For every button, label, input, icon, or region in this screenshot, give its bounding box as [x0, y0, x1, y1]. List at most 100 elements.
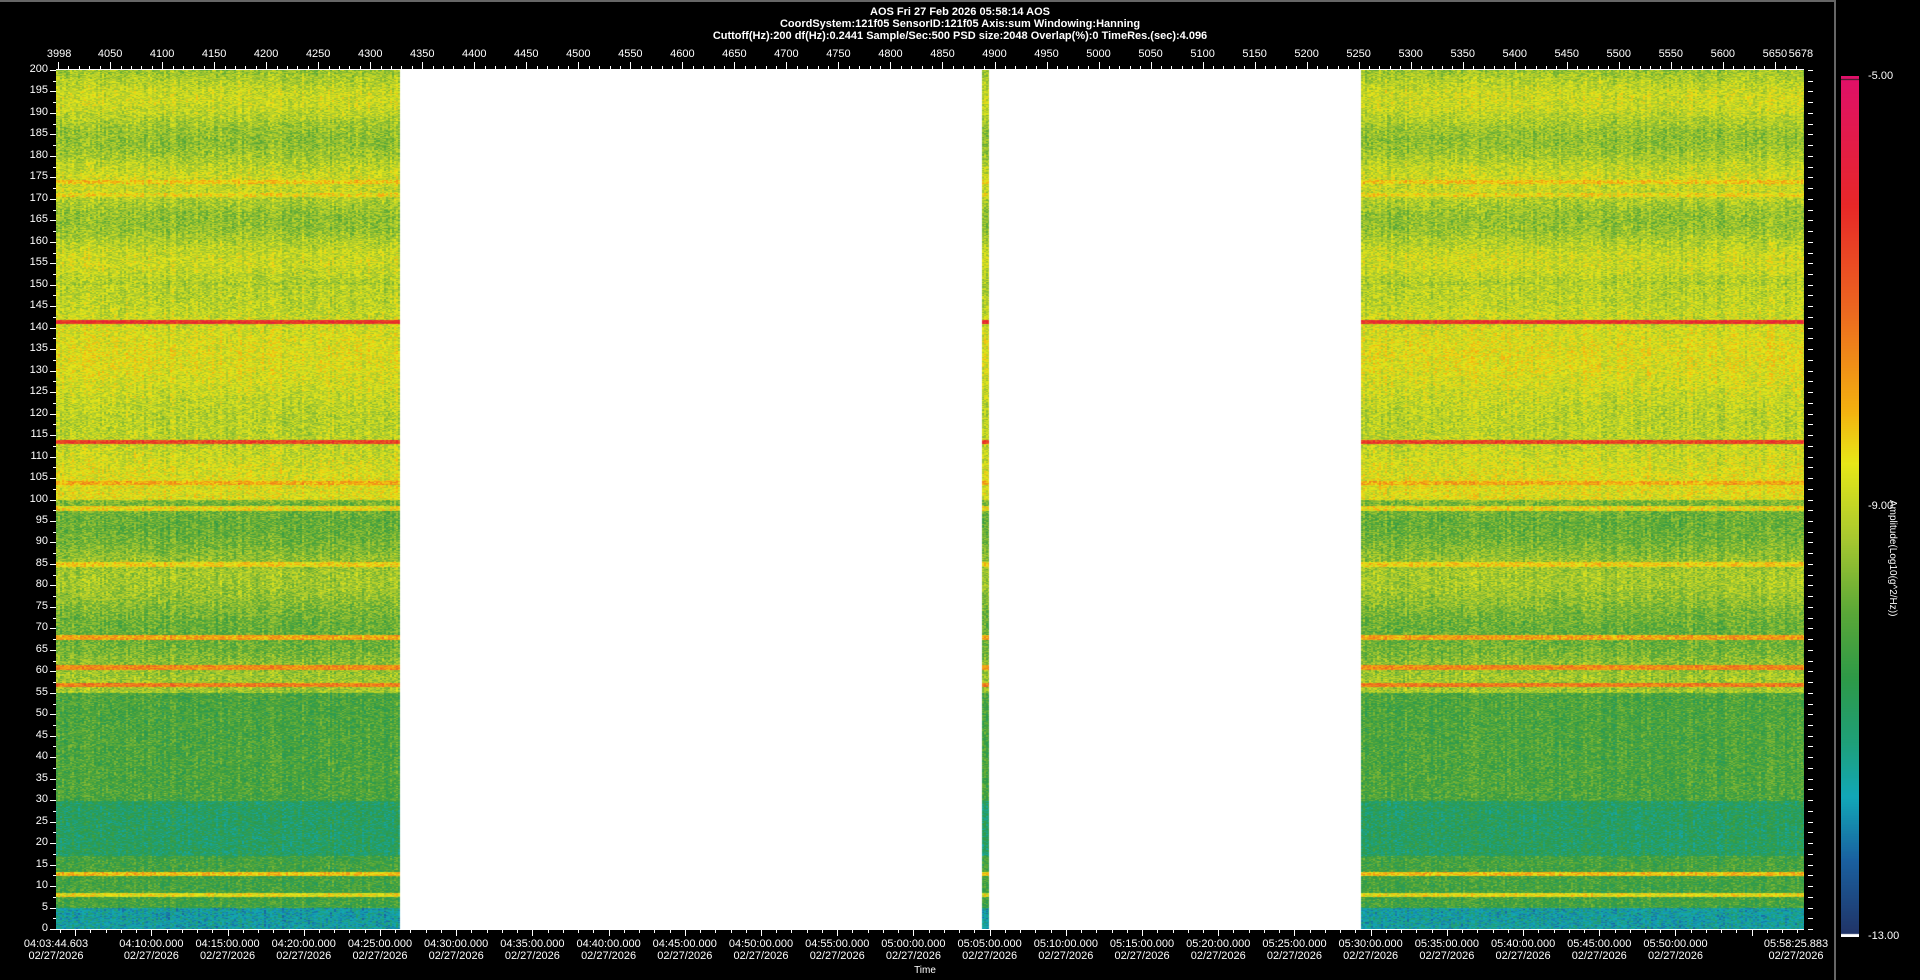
right-axis-tick [1808, 231, 1813, 233]
top-axis-tick [1514, 62, 1516, 70]
top-axis-label: 4750 [826, 48, 851, 60]
top-axis-label: 4800 [878, 48, 903, 60]
bottom-axis-tick [166, 929, 168, 933]
right-axis-tick [1808, 767, 1813, 769]
bottom-axis-tick [456, 929, 458, 936]
y-axis-label: 30 [35, 793, 48, 806]
right-axis-tick [1808, 531, 1813, 533]
bottom-axis-tick [1126, 929, 1128, 933]
top-axis-tick [1670, 62, 1672, 70]
right-axis-tick [1808, 70, 1813, 71]
bottom-axis-tick [197, 929, 199, 933]
bottom-axis-tick [273, 929, 275, 933]
bottom-axis-tick [1324, 929, 1326, 933]
time-label: 04:03:44.603 [23, 938, 89, 950]
right-axis-tick [1808, 864, 1813, 866]
y-axis-label: 70 [35, 621, 48, 634]
right-axis-tick [1808, 177, 1813, 179]
top-axis-tick [266, 62, 268, 70]
bottom-axis-label: 05:50:00.000 02/27/2026 [1630, 938, 1720, 962]
top-axis-tick [474, 62, 476, 70]
top-axis-label: 5050 [1138, 48, 1163, 60]
right-axis-tick [1808, 381, 1813, 383]
spectrogram-plot[interactable] [56, 70, 1804, 929]
bottom-axis-tick [517, 929, 519, 933]
top-axis-tick [1774, 62, 1776, 70]
bottom-axis-tick [928, 929, 930, 933]
bottom-axis-tick [1263, 929, 1265, 933]
bottom-axis-tick [303, 929, 305, 936]
bottom-axis-tick [1294, 929, 1296, 936]
y-axis-label: 185 [29, 127, 48, 140]
right-axis-tick [1808, 789, 1813, 791]
bottom-axis-tick [1416, 929, 1418, 933]
bottom-axis-tick [258, 929, 260, 933]
right-axis-tick [1808, 349, 1813, 351]
y-axis-label: 170 [29, 191, 48, 204]
right-axis-tick [1808, 585, 1813, 587]
top-axis-tick [110, 62, 112, 70]
bottom-axis-tick [410, 929, 412, 933]
bottom-axis-end-label: 05:58:25.883 02/27/2026 [1751, 938, 1841, 962]
top-axis-label: 4400 [462, 48, 487, 60]
y-axis-label: 35 [35, 771, 48, 784]
bottom-axis-tick [761, 929, 762, 936]
right-axis-tick [1808, 488, 1813, 490]
bottom-axis-tick [425, 929, 427, 933]
bottom-axis-tick [227, 929, 229, 936]
top-axis-tick [1618, 62, 1620, 70]
bottom-axis-tick [806, 929, 808, 933]
bottom-axis-tick [59, 929, 61, 933]
y-axis-label: 55 [35, 685, 48, 698]
bottom-axis-tick [1568, 929, 1570, 933]
top-axis-tick [1358, 62, 1360, 70]
bottom-axis-tick [532, 929, 534, 936]
right-axis-tick [1808, 757, 1813, 759]
right-axis-tick [1808, 402, 1813, 404]
bottom-axis-tick [1614, 929, 1616, 933]
right-axis-tick [1808, 724, 1813, 726]
right-axis-tick [1808, 682, 1813, 684]
right-axis-tick [1808, 123, 1813, 125]
top-axis-label: 5450 [1554, 48, 1579, 60]
top-axis-label: 5400 [1502, 48, 1527, 60]
bottom-axis-tick [1157, 929, 1159, 933]
right-axis-tick [1808, 649, 1813, 651]
top-axis-tick [58, 62, 60, 70]
header-info-2: Cuttoff(Hz):200 df(Hz):0.2441 Sample/Sec… [712, 30, 1208, 42]
top-axis-label: 4500 [566, 48, 591, 60]
top-axis-label: 4450 [514, 48, 539, 60]
right-axis-tick [1808, 639, 1813, 641]
y-axis-label: 165 [29, 213, 48, 226]
bottom-axis-tick [684, 929, 686, 936]
header-info-1: CoordSystem:121f05 SensorID:121f05 Axis:… [779, 18, 1141, 30]
right-axis-tick [1808, 306, 1813, 308]
bottom-axis-tick [654, 929, 656, 933]
bottom-axis-tick [776, 929, 778, 933]
colorbar [1841, 76, 1859, 937]
right-axis-tick [1808, 886, 1813, 888]
y-axis-label: 60 [35, 664, 48, 677]
top-axis-label: 5600 [1710, 48, 1736, 60]
y-axis-label: 125 [29, 385, 48, 398]
bottom-axis-tick [791, 929, 793, 933]
y-axis-label: 50 [35, 707, 48, 720]
bottom-axis-tick [730, 929, 732, 933]
bottom-axis-tick [90, 929, 92, 933]
top-axis-label: 5350 [1450, 48, 1475, 60]
y-axis-label: 105 [29, 471, 48, 484]
bottom-axis-tick [1690, 929, 1692, 933]
bottom-axis-tick [593, 929, 595, 933]
bottom-axis-tick [1248, 929, 1250, 933]
right-axis-tick [1808, 800, 1813, 802]
top-axis-label: 4900 [982, 48, 1007, 60]
bottom-axis-tick [1507, 929, 1509, 933]
right-axis-tick [1808, 692, 1813, 694]
top-axis-label: 4550 [618, 48, 643, 60]
colorbar-min-label: -13.00 [1868, 930, 1900, 942]
bottom-axis-tick [1096, 929, 1098, 933]
bottom-axis-tick [212, 929, 214, 933]
top-axis-tick [370, 62, 372, 70]
top-axis-tick [630, 62, 632, 70]
bottom-axis-tick [852, 929, 854, 933]
